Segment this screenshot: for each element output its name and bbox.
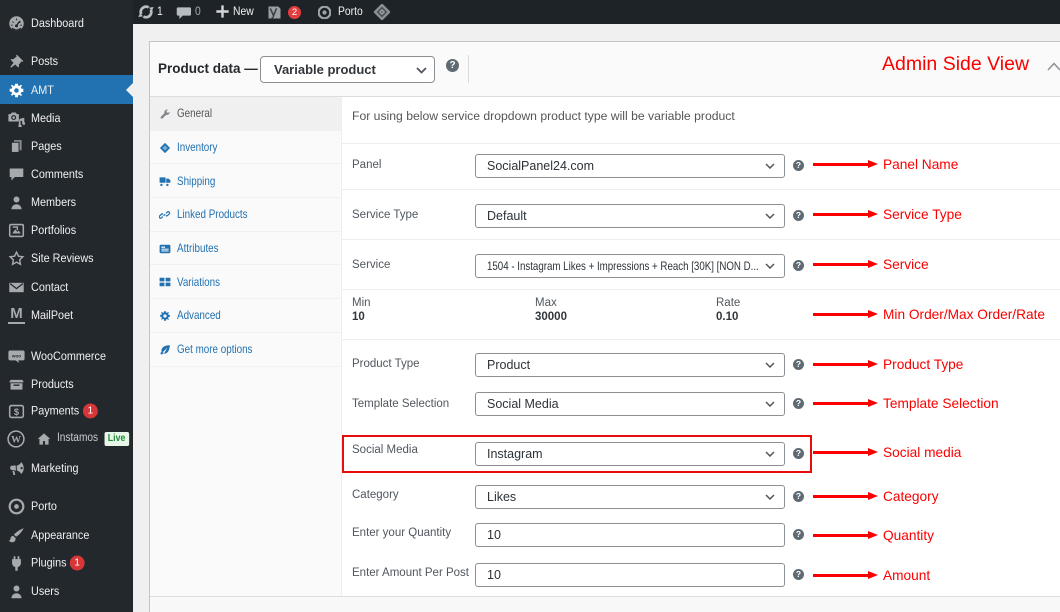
svg-text:woo: woo [11,353,21,358]
svg-text:W: W [11,434,21,445]
svg-text:$: $ [14,407,20,417]
